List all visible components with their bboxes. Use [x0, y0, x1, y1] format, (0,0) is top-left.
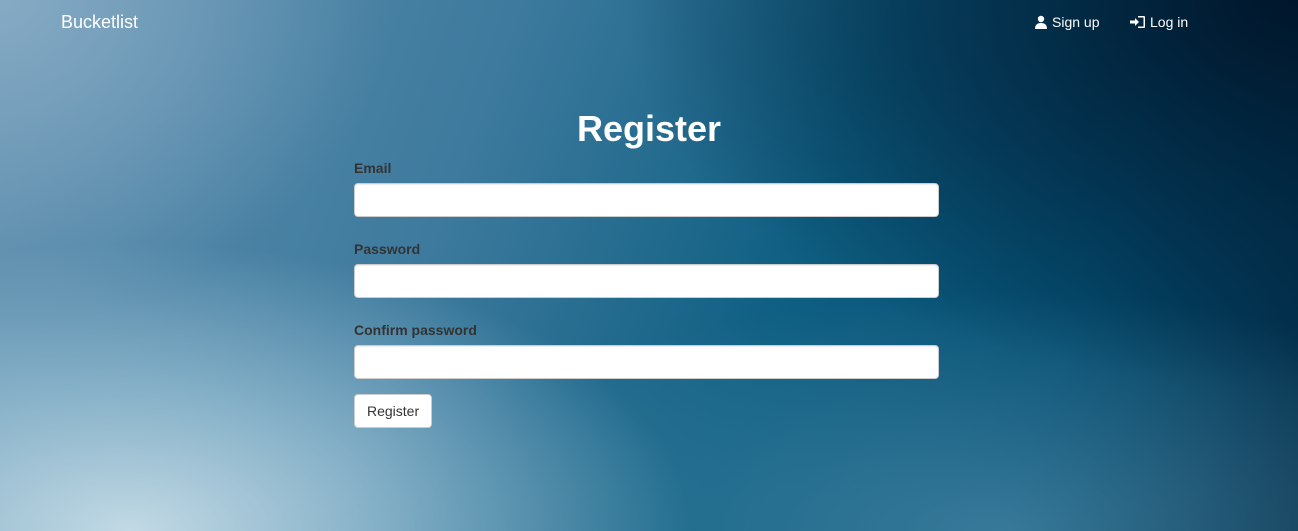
signup-label: Sign up — [1052, 14, 1100, 30]
login-label: Log in — [1150, 14, 1189, 30]
brand-link[interactable]: Bucketlist — [61, 12, 138, 33]
confirm-password-label: Confirm password — [354, 322, 477, 338]
email-field[interactable] — [354, 183, 939, 217]
page-title: Register — [576, 108, 722, 149]
password-label: Password — [354, 241, 421, 257]
register-button[interactable]: Register — [354, 394, 433, 428]
password-field[interactable] — [354, 264, 939, 298]
signup-link[interactable]: Sign up — [1034, 14, 1099, 30]
confirm-password-field[interactable] — [354, 345, 939, 379]
log-in-icon — [1130, 15, 1146, 29]
email-label: Email — [354, 160, 392, 176]
user-icon — [1034, 15, 1048, 29]
login-link[interactable]: Log in — [1130, 14, 1188, 30]
register-form: Email Password Confirm password Register — [354, 160, 939, 428]
navbar: Bucketlist Sign up Log in — [0, 0, 1298, 46]
